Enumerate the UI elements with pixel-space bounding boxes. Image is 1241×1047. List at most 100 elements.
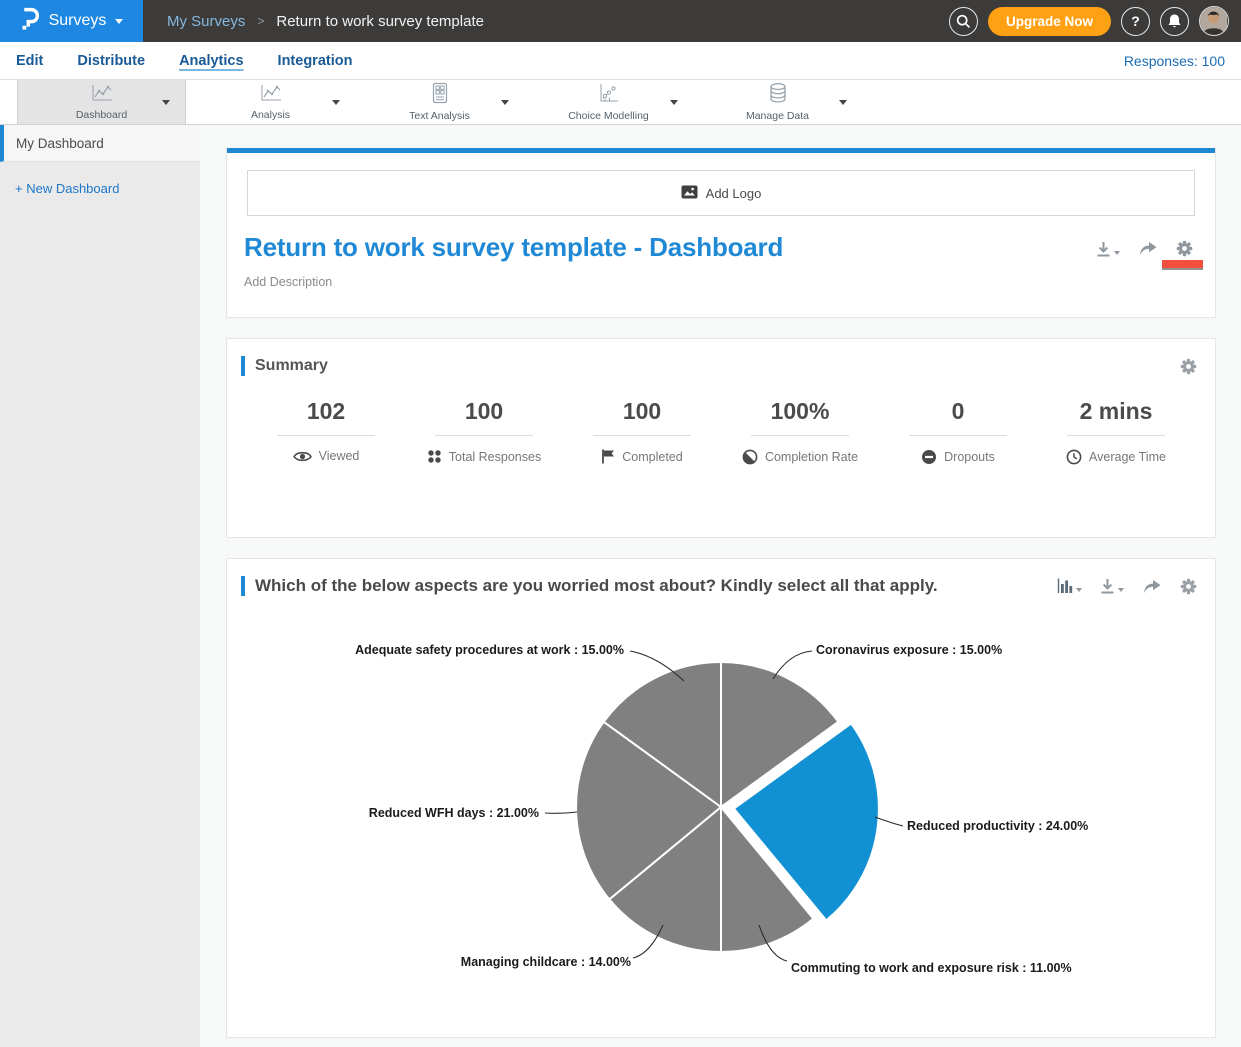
chart-type-button[interactable] xyxy=(1057,578,1082,594)
accent-topbar xyxy=(227,148,1215,153)
help-button[interactable]: ? xyxy=(1121,7,1150,36)
bar-chart-icon xyxy=(1057,578,1073,594)
question-card: Which of the below aspects are you worri… xyxy=(226,558,1216,1038)
stat-label: Average Time xyxy=(1089,450,1166,464)
avatar[interactable] xyxy=(1199,6,1229,36)
chevron-down-icon[interactable] xyxy=(670,100,678,105)
divider xyxy=(751,435,849,436)
clock-icon xyxy=(1066,449,1082,465)
gear-icon xyxy=(1176,240,1193,257)
question-title: Which of the below aspects are you worri… xyxy=(255,576,938,596)
settings-button[interactable] xyxy=(1176,240,1193,257)
gear-icon xyxy=(1180,358,1197,375)
summary-title: Summary xyxy=(255,357,328,375)
chart-share-button[interactable] xyxy=(1142,579,1162,594)
top-navbar: Surveys My Surveys > Return to work surv… xyxy=(0,0,1241,42)
pie-label-reduced-productivity: Reduced productivity : 24.00% xyxy=(907,819,1088,833)
responses-count: Responses: 100 xyxy=(1124,53,1225,69)
chevron-down-icon[interactable] xyxy=(162,100,170,105)
chevron-down-icon[interactable] xyxy=(332,100,340,105)
stat-viewed: 102 Viewed xyxy=(247,398,405,465)
app-root: Surveys My Surveys > Return to work surv… xyxy=(0,0,1241,1047)
stat-label: Dropouts xyxy=(944,450,995,464)
stat-value: 102 xyxy=(307,398,345,425)
search-icon xyxy=(956,14,971,29)
line-chart-icon xyxy=(89,83,115,108)
chart-settings-button[interactable] xyxy=(1180,578,1197,595)
chevron-down-icon[interactable] xyxy=(839,100,847,105)
toolbar-item-label: Dashboard xyxy=(76,109,127,121)
eye-icon xyxy=(293,450,312,463)
accent-bar xyxy=(241,576,245,596)
toolbar-item-choice-modelling[interactable]: Choice Modelling xyxy=(524,80,693,124)
database-icon xyxy=(767,82,789,109)
chart-download-button[interactable] xyxy=(1100,578,1124,594)
chevron-down-icon[interactable] xyxy=(501,100,509,105)
toolbar-item-manage-data[interactable]: Manage Data xyxy=(693,80,862,124)
questionpro-logo-icon xyxy=(20,6,40,36)
stat-average-time: 2 mins Average Time xyxy=(1037,398,1195,465)
breadcrumb-current: Return to work survey template xyxy=(276,13,484,30)
scatter-chart-icon xyxy=(597,82,621,109)
stat-dropouts: 0 Dropouts xyxy=(879,398,1037,465)
gear-icon xyxy=(1180,578,1197,595)
breadcrumb-my-surveys[interactable]: My Surveys xyxy=(167,13,245,30)
pie-label-managing-childcare: Managing childcare : 14.00% xyxy=(461,955,631,969)
document-grid-icon xyxy=(431,82,449,109)
chevron-down-icon xyxy=(1118,588,1124,592)
divider xyxy=(435,435,533,436)
pie-label-reduced-wfh-days: Reduced WFH days : 21.00% xyxy=(369,806,539,820)
toolbar-item-analysis[interactable]: Analysis xyxy=(186,80,355,124)
pie-label-adequate-safety-procedures-at-work: Adequate safety procedures at work : 15.… xyxy=(355,643,624,657)
summary-settings-button[interactable] xyxy=(1180,358,1197,375)
pie-chart: Coronavirus exposure : 15.00%Reduced pro… xyxy=(227,610,1215,1022)
dashboard-header-card: Add Logo Return to work survey template … xyxy=(226,148,1216,318)
stat-caption: Dropouts xyxy=(921,449,995,465)
nav-tab-edit[interactable]: Edit xyxy=(16,53,43,69)
chevron-down-icon xyxy=(1114,251,1120,255)
minus-circle-icon xyxy=(921,449,937,465)
add-description-button[interactable]: Add Description xyxy=(227,263,1215,289)
annotation-highlight xyxy=(1162,260,1203,268)
notifications-button[interactable] xyxy=(1160,7,1189,36)
stat-value: 2 mins xyxy=(1080,398,1153,425)
toolbar-item-dashboard[interactable]: Dashboard xyxy=(17,80,186,124)
stat-completion-rate: 100%Completion Rate xyxy=(721,398,879,465)
product-switcher[interactable]: Surveys xyxy=(0,0,143,42)
stat-value: 0 xyxy=(952,398,965,425)
sidebar-item-my-dashboard[interactable]: My Dashboard xyxy=(0,125,200,162)
download-button[interactable] xyxy=(1096,241,1120,257)
stat-value: 100 xyxy=(623,398,661,425)
toolbar-item-label: Analysis xyxy=(251,109,290,121)
add-logo-button[interactable]: Add Logo xyxy=(247,170,1195,216)
search-button[interactable] xyxy=(949,7,978,36)
stat-caption: Viewed xyxy=(293,449,360,463)
toolbar-item-label: Choice Modelling xyxy=(568,110,649,122)
toolbar-item-text-analysis[interactable]: Text Analysis xyxy=(355,80,524,124)
share-icon xyxy=(1138,241,1158,256)
divider xyxy=(1067,435,1165,436)
share-button[interactable] xyxy=(1138,241,1158,256)
analytics-toolbar: Dashboard Analysis Text Analysis Choice Mod… xyxy=(0,79,1241,125)
nav-tab-distribute[interactable]: Distribute xyxy=(77,53,145,69)
upgrade-now-button[interactable]: Upgrade Now xyxy=(988,7,1111,36)
product-name: Surveys xyxy=(49,12,107,30)
line-chart-icon xyxy=(258,83,284,108)
nav-tab-analytics[interactable]: Analytics xyxy=(179,53,243,69)
chart-actions xyxy=(1057,578,1197,595)
user-photo xyxy=(1200,7,1227,34)
add-logo-label: Add Logo xyxy=(706,186,762,201)
topbar-actions: Upgrade Now ? xyxy=(949,6,1241,36)
stat-caption: Completion Rate xyxy=(742,449,858,465)
divider xyxy=(593,435,691,436)
new-dashboard-button[interactable]: + New Dashboard xyxy=(15,181,200,196)
image-icon xyxy=(681,185,698,202)
nav-tab-integration[interactable]: Integration xyxy=(278,53,353,69)
sidebar: My Dashboard + New Dashboard xyxy=(0,125,200,1047)
summary-stats: 102Viewed100Total Responses100Completed1… xyxy=(227,398,1215,465)
stat-caption: Total Responses xyxy=(427,449,541,464)
download-icon xyxy=(1096,241,1111,257)
toolbar-item-label: Text Analysis xyxy=(409,110,470,122)
page-title: Return to work survey template - Dashboa… xyxy=(244,232,783,263)
pie-label-commuting-to-work-and-exposure-risk: Commuting to work and exposure risk : 11… xyxy=(791,961,1072,975)
